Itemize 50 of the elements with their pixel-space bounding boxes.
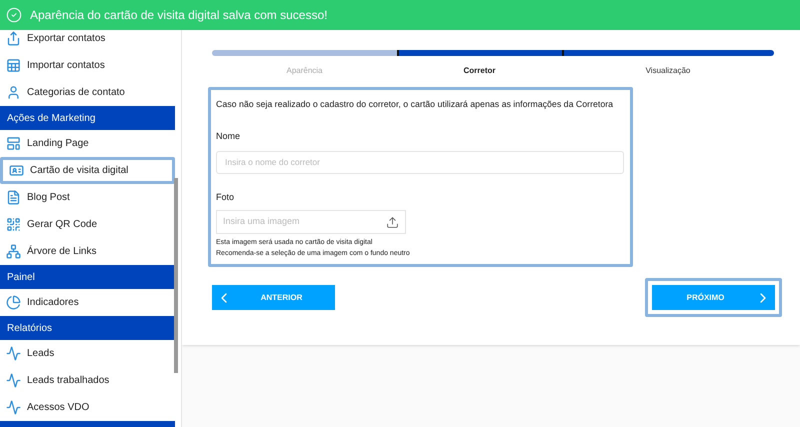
item-label: Acessos VDO [27,401,90,415]
notice-text: Caso não seja realizado o cadastro do corretor, o cartão utilizará apenas as informações da Corretora [216,98,614,111]
item-label: Landing Page [27,137,89,151]
toast-message: Aparência do cartão de visita digital salva com sucesso! [30,7,328,24]
sidebar-item[interactable]: Cartão de visita digital [0,157,175,184]
page-icon [6,136,21,151]
sidebar-item[interactable]: Leads [0,340,175,367]
sidebar-item[interactable]: Acessos VDO [0,394,175,421]
field-label: Foto [216,190,236,204]
chart-icon [6,373,21,388]
sidebar-item[interactable]: Árvore de Links [0,238,175,265]
item-label: Gerar QR Code [27,218,98,232]
chart-icon [6,346,21,361]
upload-icon [386,216,399,229]
table-icon [6,58,21,73]
step-label: Corretor [463,65,496,77]
id-card-icon [9,163,24,178]
document-icon [6,190,21,205]
check-icon [6,7,22,23]
sidebar-item[interactable]: Landing Page [0,130,175,157]
tree-icon [6,244,21,259]
item-label: Importar contatos [27,59,105,73]
item-label: Leads trabalhados [27,374,110,388]
section-title: Ações de Marketing [7,112,96,126]
sidebar-item[interactable]: Exportar contatos [0,30,175,52]
item-label: Exportar contatos [27,32,106,46]
item-label: Árvore de Links [27,244,96,259]
step-label: Aparência [286,65,323,77]
sidebar-item[interactable]: Categorias de contato [0,79,175,106]
chart-icon [6,400,21,415]
sidebar-item[interactable]: Blog Post [0,184,175,211]
scrollbar[interactable] [174,178,178,373]
name-input[interactable]: Insira o nome do corretor [216,150,624,174]
item-label: Indicadores [27,296,79,310]
item-label: Leads [27,347,54,361]
field-label: Nome [216,130,242,144]
sidebar-item[interactable]: Indicadores [0,289,175,316]
user-icon [6,85,21,100]
item-label: Categorias de contato [27,86,125,100]
sidebar-item[interactable]: Gerar QR Code [0,211,175,238]
sidebar-item[interactable]: Importar contatos [0,52,175,79]
pie-chart-icon [6,295,21,310]
item-label: Cartão de visita digital [30,164,128,178]
section-title: Relatórios [7,322,52,336]
share-icon [6,31,21,46]
step-label: Visualização [646,65,690,77]
qr-code-icon [6,217,21,232]
item-label: Blog Post [27,191,70,205]
section-title: Painel [7,270,35,284]
sidebar-item[interactable]: Leads trabalhados [0,367,175,394]
